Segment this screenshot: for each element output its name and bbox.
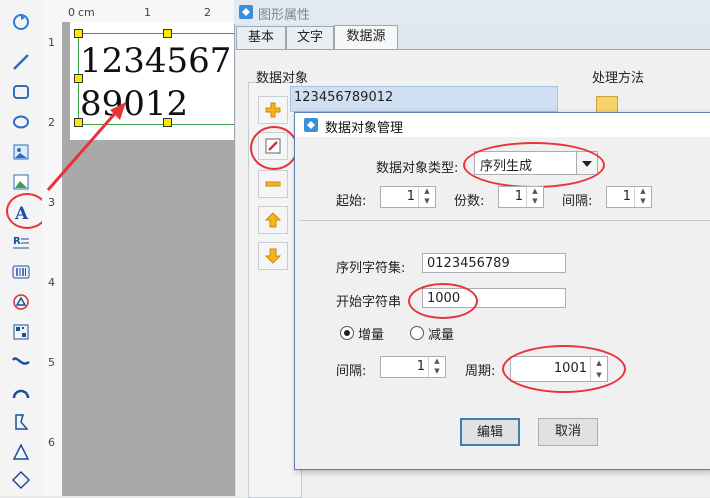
ellipse-tool-icon[interactable] (9, 110, 33, 134)
tab-text[interactable]: 文字 (286, 26, 334, 49)
period-label: 周期: (465, 364, 496, 379)
cancel-button[interactable]: 取消 (538, 418, 598, 446)
move-down-button[interactable] (258, 242, 288, 270)
rich-text-tool-icon[interactable]: R (9, 230, 33, 254)
type-label: 数据对象类型: (376, 161, 459, 176)
start-string-input[interactable]: 1000 (422, 288, 566, 308)
refresh-icon[interactable] (9, 10, 33, 34)
resize-handle[interactable] (74, 74, 83, 83)
minus-icon (265, 181, 281, 187)
copies-value: 1 (514, 189, 523, 204)
image-tool-icon[interactable] (9, 170, 33, 194)
polyline-tool-icon[interactable] (9, 410, 33, 434)
shape-tool-icon[interactable] (9, 290, 33, 314)
spin-down-icon[interactable]: ▼ (526, 197, 543, 207)
interval-label: 间隔: (562, 194, 593, 209)
edit-data-object-button[interactable] (258, 132, 288, 160)
arc-tool-icon[interactable] (9, 380, 33, 404)
remove-data-object-button[interactable] (258, 170, 288, 198)
interval2-label: 间隔: (336, 364, 367, 379)
ruler-label: 6 (48, 436, 55, 449)
horizontal-ruler: 0 cm 1 2 (62, 0, 234, 23)
resize-handle[interactable] (74, 29, 83, 38)
interval2-spinner[interactable]: 1 ▲ ▼ (380, 356, 446, 378)
window-title: 图形属性 (258, 8, 311, 23)
resize-handle[interactable] (163, 29, 172, 38)
interval2-value: 1 (416, 359, 425, 374)
edit-button[interactable]: 编辑 (460, 418, 520, 446)
tab-datasource[interactable]: 数据源 (334, 25, 398, 50)
svg-text:A: A (14, 204, 29, 222)
ruler-label: 1 (48, 36, 55, 49)
toolbar: A R (0, 0, 43, 496)
processing-label: 处理方法 (592, 71, 645, 86)
start-value: 1 (406, 189, 415, 204)
spin-up-icon[interactable]: ▲ (428, 357, 445, 367)
dialog-title: 数据对象管理 (325, 121, 404, 136)
period-spinner[interactable]: 1001 ▲ ▼ (510, 356, 608, 382)
spin-down-icon[interactable]: ▼ (428, 367, 445, 377)
dialog-title-bar: 数据对象管理 (295, 113, 710, 137)
ruler-label: 1 (144, 6, 151, 19)
ruler-unit: cm (78, 6, 95, 19)
diamond-tool-icon[interactable] (9, 468, 33, 492)
dialog-app-icon (304, 118, 318, 132)
edit-icon (265, 138, 281, 154)
line-tool-icon[interactable] (9, 50, 33, 74)
annotation-arrow (46, 102, 126, 191)
qrcode-tool-icon[interactable] (9, 320, 33, 344)
start-spinner[interactable]: 1 ▲ ▼ (380, 186, 436, 208)
copies-label: 份数: (454, 194, 485, 209)
type-select[interactable]: 序列生成 (474, 151, 598, 175)
properties-title-bar: 图形属性 (234, 0, 710, 24)
data-objects-label: 数据对象 (256, 71, 309, 86)
interval-value: 1 (622, 189, 631, 204)
ruler-label: 4 (48, 276, 55, 289)
barcode-tool-icon[interactable] (9, 260, 33, 284)
app-icon (239, 5, 253, 19)
spin-up-icon[interactable]: ▲ (590, 357, 607, 369)
ruler-label: 2 (204, 6, 211, 19)
rounded-rect-tool-icon[interactable] (9, 80, 33, 104)
charset-label: 序列字符集: (336, 261, 406, 276)
spin-up-icon[interactable]: ▲ (634, 187, 651, 197)
arrow-down-icon (264, 248, 282, 264)
decrease-label: 减量 (428, 328, 455, 343)
move-up-button[interactable] (258, 206, 288, 234)
triangle-tool-icon[interactable] (9, 440, 33, 464)
ruler-label: 5 (48, 356, 55, 369)
curve-tool-icon[interactable] (9, 350, 33, 374)
add-data-object-button[interactable] (258, 96, 288, 124)
picture-tool-icon[interactable] (9, 140, 33, 164)
text-tool-icon[interactable]: A (9, 200, 33, 224)
spin-down-icon[interactable]: ▼ (418, 197, 435, 207)
decrease-radio[interactable] (410, 326, 424, 340)
vertical-ruler: 1 2 3 4 5 6 (42, 0, 63, 496)
type-select-value: 序列生成 (480, 159, 533, 174)
period-value: 1001 (553, 361, 587, 376)
increase-radio[interactable] (340, 326, 354, 340)
spin-up-icon[interactable]: ▲ (418, 187, 435, 197)
tab-basic[interactable]: 基本 (236, 26, 286, 49)
increase-label: 增量 (358, 328, 385, 343)
ruler-zero: 0 (68, 6, 75, 19)
charset-input[interactable]: 0123456789 (422, 253, 566, 273)
start-label: 起始: (336, 194, 367, 209)
interval-spinner[interactable]: 1 ▲ ▼ (606, 186, 652, 208)
plus-icon (265, 102, 281, 118)
arrow-up-icon (264, 212, 282, 228)
list-item[interactable]: 123456789012 (294, 90, 393, 105)
divider (300, 220, 710, 221)
spin-down-icon[interactable]: ▼ (634, 197, 651, 207)
resize-handle[interactable] (163, 118, 172, 127)
copies-spinner[interactable]: 1 ▲ ▼ (498, 186, 544, 208)
spin-down-icon[interactable]: ▼ (590, 369, 607, 381)
svg-text:R: R (13, 236, 21, 247)
chevron-down-icon[interactable] (576, 152, 597, 174)
spin-up-icon[interactable]: ▲ (526, 187, 543, 197)
start-string-label: 开始字符串 (336, 295, 402, 310)
